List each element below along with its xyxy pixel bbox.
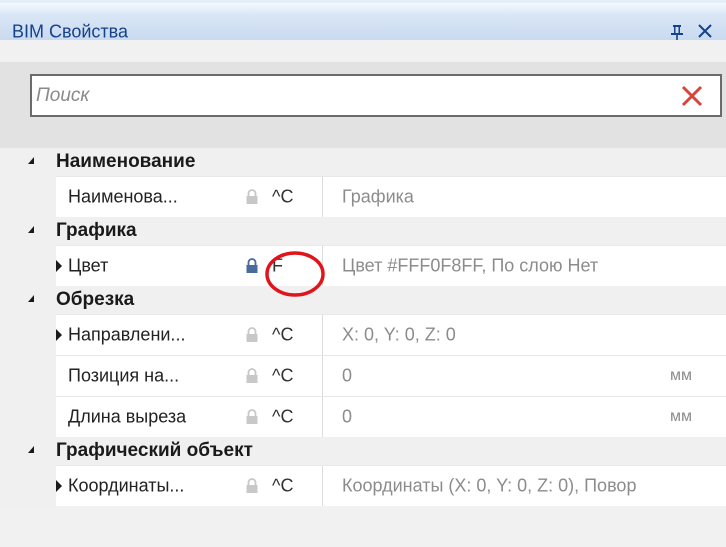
annotation-circle (265, 251, 325, 297)
property-name: Направлени... (68, 324, 186, 345)
expand-arrow-icon[interactable] (56, 480, 62, 492)
category-header[interactable]: Обрезка (0, 286, 726, 314)
clear-x-icon[interactable] (680, 84, 704, 108)
category-header[interactable]: Наименование (0, 148, 726, 176)
lock-icon[interactable] (245, 189, 259, 205)
pin-icon[interactable] (670, 24, 684, 40)
property-value[interactable]: X: 0, Y: 0, Z: 0 (342, 325, 456, 346)
lock-icon[interactable] (245, 478, 259, 494)
property-row[interactable]: Направлени... ^C X: 0, Y: 0, Z: 0 (0, 314, 726, 356)
bim-properties-panel: BIM Свойства Наименование Наименова... ^C Г… (0, 0, 726, 547)
row-gutter (0, 176, 56, 218)
category-label: Графический объект (56, 440, 253, 461)
category-label: Обрезка (56, 289, 135, 310)
property-value[interactable]: Цвет #FFF0F8FF, По слою Нет (342, 256, 598, 277)
category-label: Графика (56, 220, 137, 241)
property-row[interactable]: Координаты... ^C Координаты (X: 0, Y: 0, Z… (0, 465, 726, 507)
column-divider (322, 356, 323, 396)
row-gutter (0, 396, 56, 438)
category-header[interactable]: Графика (0, 217, 726, 245)
collapse-triangle-icon[interactable] (28, 295, 34, 302)
property-value[interactable]: 0 (342, 366, 352, 387)
collapse-triangle-icon[interactable] (28, 157, 34, 164)
property-value[interactable]: Координаты (X: 0, Y: 0, Z: 0), Повор (342, 476, 636, 497)
column-divider (322, 315, 323, 355)
property-row[interactable]: Длина выреза ^C 0 мм (0, 396, 726, 438)
lock-icon[interactable] (245, 409, 259, 425)
property-value[interactable]: 0 (342, 407, 352, 428)
property-name: Координаты... (68, 475, 185, 496)
search-box (30, 74, 722, 117)
property-row[interactable]: Наименова... ^C Графика (0, 176, 726, 218)
property-name: Наименова... (68, 186, 178, 207)
property-grid: Наименование Наименова... ^C Графика Графика… (0, 148, 726, 507)
expand-arrow-icon[interactable] (56, 329, 62, 341)
lock-icon[interactable] (245, 327, 259, 343)
property-flag[interactable]: ^C (272, 187, 293, 208)
row-gutter (0, 245, 56, 287)
category-header[interactable]: Графический объект (0, 437, 726, 465)
property-flag[interactable]: ^C (272, 407, 293, 428)
row-gutter (0, 355, 56, 397)
property-value[interactable]: Графика (342, 187, 414, 208)
property-flag[interactable]: ^C (272, 366, 293, 387)
category-label: Наименование (56, 151, 196, 172)
property-name: Цвет (68, 255, 109, 276)
close-icon[interactable] (697, 23, 713, 39)
row-gutter (0, 314, 56, 356)
collapse-triangle-icon[interactable] (28, 226, 34, 233)
search-area (0, 62, 726, 148)
lock-icon[interactable] (245, 258, 259, 274)
property-name: Позиция на... (68, 365, 180, 386)
panel-titlebar: BIM Свойства (0, 0, 726, 42)
column-divider (322, 466, 323, 506)
panel-title: BIM Свойства (12, 21, 129, 42)
column-divider (322, 397, 323, 437)
lock-icon[interactable] (245, 368, 259, 384)
expand-arrow-icon[interactable] (56, 260, 62, 272)
property-flag[interactable]: ^C (272, 325, 293, 346)
column-divider (322, 177, 323, 217)
property-flag[interactable]: ^C (272, 476, 293, 497)
property-row[interactable]: Цвет F Цвет #FFF0F8FF, По слою Нет (0, 245, 726, 287)
property-row[interactable]: Позиция на... ^C 0 мм (0, 355, 726, 397)
property-unit: мм (670, 408, 692, 425)
search-input[interactable] (36, 76, 666, 115)
property-name: Длина выреза (68, 406, 187, 427)
property-unit: мм (670, 367, 692, 384)
row-gutter (0, 465, 56, 507)
collapse-triangle-icon[interactable] (28, 446, 34, 453)
